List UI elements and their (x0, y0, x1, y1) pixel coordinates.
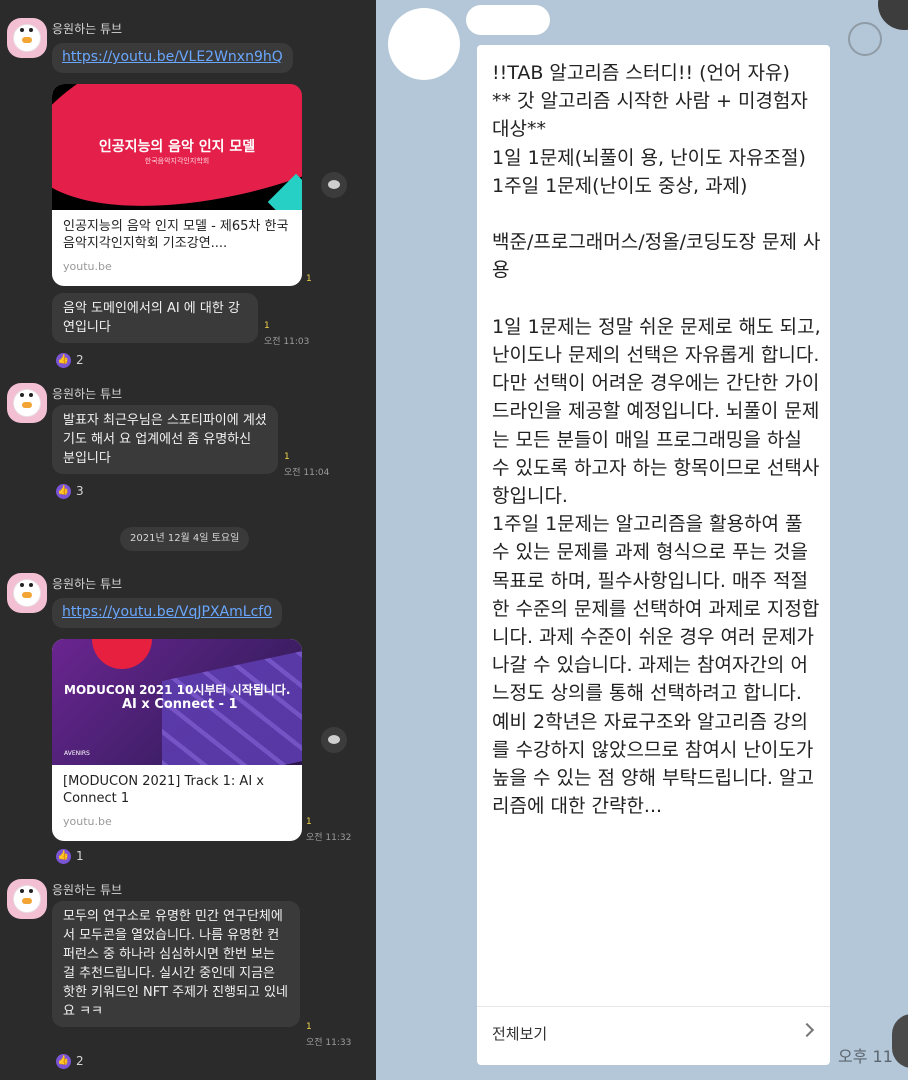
link-preview-card[interactable]: 인공지능의 음악 인지 모델 한국음악지각인지학회 인공지능의 음악 인지 모델… (52, 84, 302, 286)
left-chat-panel: 응원하는 튜브 https://youtu.be/VLE2Wnxn9hQ 인공지… (0, 0, 376, 1080)
link-bubble[interactable]: https://youtu.be/VLE2Wnxn9hQ (52, 43, 293, 73)
reaction-badge[interactable]: 👍 2 (56, 352, 84, 368)
reaction-badge[interactable]: 👍 3 (56, 483, 84, 499)
reaction-count: 2 (76, 1054, 84, 1068)
long-message-bubble[interactable]: !!TAB 알고리즘 스터디!! (언어 자유) ** 갓 알고리즘 시작한 사… (477, 45, 830, 1065)
sender-name: 응원하는 튜브 (52, 883, 123, 897)
sender-avatar[interactable] (7, 18, 47, 58)
sender-name: 응원하는 튜브 (52, 577, 123, 591)
thumbnail-logo: AVENIRS (64, 750, 90, 757)
date-divider: 2021년 12월 4일 토요일 (120, 527, 250, 551)
reaction-count: 3 (76, 484, 84, 498)
reaction-count: 2 (76, 353, 84, 367)
reaction-badge[interactable]: 👍 2 (56, 1053, 84, 1069)
thumbnail-title: 인공지능의 음악 인지 모델 (98, 139, 256, 155)
message-time: 오전 11:32 (306, 833, 352, 843)
thumbnail-title: MODUCON 2021 10시부터 시작됩니다. (64, 683, 291, 697)
link-url[interactable]: https://youtu.be/VLE2Wnxn9hQ (62, 49, 283, 65)
thumbs-up-icon: 👍 (56, 848, 71, 864)
thumbs-up-icon: 👍 (56, 352, 71, 368)
unread-count: 1 (264, 321, 270, 331)
unread-count: 1 (306, 817, 312, 827)
message-time: 오후 11 (838, 1047, 893, 1066)
video-thumbnail: 인공지능의 음악 인지 모델 한국음악지각인지학회 (52, 84, 302, 210)
share-icon[interactable] (321, 727, 347, 753)
link-bubble[interactable]: https://youtu.be/VqJPXAmLcf0 (52, 598, 283, 628)
corner-button[interactable] (878, 0, 908, 30)
long-message-text: !!TAB 알고리즘 스터디!! (언어 자유) ** 갓 알고리즘 시작한 사… (492, 62, 821, 818)
message-time: 오전 11:04 (284, 468, 330, 478)
message-time: 오전 11:33 (306, 1038, 352, 1048)
chevron-right-icon[interactable] (799, 1022, 815, 1038)
thumbnail-subtitle: 한국음악지각인지학회 (144, 157, 210, 165)
message-time: 오전 11:03 (264, 337, 310, 347)
profile-avatar[interactable] (388, 8, 460, 80)
preview-source: youtu.be (63, 815, 112, 828)
unread-count: 1 (306, 274, 312, 284)
sender-name-placeholder (466, 5, 550, 35)
share-icon[interactable] (321, 172, 347, 198)
thumbs-up-icon: 👍 (56, 483, 71, 499)
view-all-button[interactable]: 전체보기 (492, 1023, 547, 1044)
sender-avatar[interactable] (7, 383, 47, 423)
message-bubble[interactable]: 음악 도메인에서의 AI 에 대한 강연입니다 (52, 293, 258, 343)
sender-avatar[interactable] (7, 879, 47, 919)
preview-title: 인공지능의 음악 인지 모델 - 제65차 한국음악지각인지학회 기조강연...… (63, 219, 289, 251)
message-bubble[interactable]: 모두의 연구소로 유명한 민간 연구단체에서 모두콘을 열었습니다. 나름 유명… (52, 901, 300, 1027)
thumbs-up-icon: 👍 (56, 1053, 71, 1069)
reaction-count: 1 (76, 849, 84, 863)
unread-count: 1 (306, 1022, 312, 1032)
select-circle-icon[interactable] (848, 22, 882, 56)
preview-title: [MODUCON 2021] Track 1: AI x Connect 1 (63, 774, 264, 806)
sender-avatar[interactable] (7, 573, 47, 613)
reaction-badge[interactable]: 👍 1 (56, 848, 84, 864)
side-handle[interactable] (892, 1014, 908, 1068)
link-url[interactable]: https://youtu.be/VqJPXAmLcf0 (62, 604, 272, 620)
sender-name: 응원하는 튜브 (52, 387, 123, 401)
preview-source: youtu.be (63, 260, 112, 273)
link-preview-card[interactable]: MODUCON 2021 10시부터 시작됩니다. AI x Connect -… (52, 639, 302, 841)
thumbnail-subtitle: AI x Connect - 1 (122, 697, 238, 712)
sender-name: 응원하는 튜브 (52, 22, 123, 36)
unread-count: 1 (284, 452, 290, 462)
divider (477, 1006, 830, 1007)
video-thumbnail: MODUCON 2021 10시부터 시작됩니다. AI x Connect -… (52, 639, 302, 765)
right-chat-panel: !!TAB 알고리즘 스터디!! (언어 자유) ** 갓 알고리즘 시작한 사… (376, 0, 908, 1080)
message-bubble[interactable]: 발표자 최근우님은 스포티파이에 계셨기도 해서 요 업계에선 좀 유명하신 분… (52, 405, 278, 474)
